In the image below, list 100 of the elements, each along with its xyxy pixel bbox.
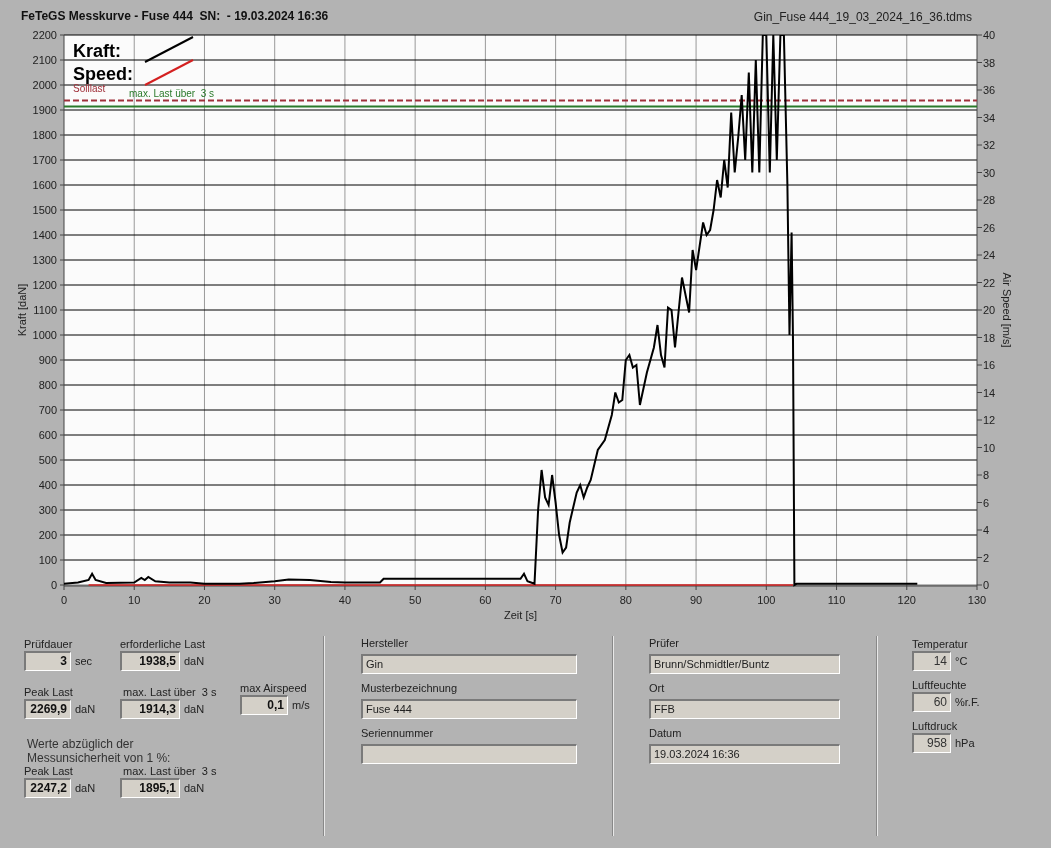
field-label: Peak Last xyxy=(24,686,74,699)
axis-tick-label: 200 xyxy=(38,529,57,541)
field-label: Luftdruck xyxy=(912,720,959,733)
axis-tick-label: 12 xyxy=(983,414,996,426)
unit-label: hPa xyxy=(955,735,975,751)
reference-line-label: Solllast xyxy=(73,83,106,94)
legend-label: Kraft: xyxy=(73,41,121,61)
field-label: Peak Last xyxy=(24,765,74,778)
legend-label: Speed: xyxy=(73,64,133,84)
unit-label: daN xyxy=(184,653,205,669)
reference-line-label: max. Last über 3 s xyxy=(129,88,215,99)
value-field: 2247,2 xyxy=(24,778,71,798)
axis-tick-label: 800 xyxy=(38,379,57,391)
axis-title: Air Speed [m/s] xyxy=(1001,272,1013,348)
axis-tick-label: 1600 xyxy=(32,179,57,191)
axis-tick-label: 20 xyxy=(983,304,996,316)
axis-tick-label: 2000 xyxy=(32,79,57,91)
axis-tick-label: 14 xyxy=(983,386,996,399)
unit-label: daN xyxy=(75,701,96,717)
axis-tick-label: 10 xyxy=(128,594,141,606)
field-label: max. Last über 3 s xyxy=(122,765,217,778)
axis-tick-label: 24 xyxy=(983,249,996,261)
axis-tick-label: 1000 xyxy=(32,329,57,341)
axis-tick-label: 1200 xyxy=(32,279,57,291)
legend-line xyxy=(144,59,194,86)
axis-tick-label: 40 xyxy=(983,29,996,41)
axis-tick-label: 26 xyxy=(983,221,996,234)
unit-label: °C xyxy=(955,653,968,669)
field-label: Prüfer xyxy=(649,637,680,650)
axis-tick-label: 500 xyxy=(38,454,57,466)
axis-tick-label: 900 xyxy=(38,354,57,366)
value-field: 0,1 xyxy=(240,695,288,715)
axis-tick-label: 36 xyxy=(983,84,996,96)
value-field: 14 xyxy=(912,651,951,671)
axis-tick-label: 120 xyxy=(897,594,916,606)
axis-title: Kraft [daN] xyxy=(16,283,28,337)
axis-tick-label: 0 xyxy=(983,579,990,591)
axis-tick-label: 10 xyxy=(983,441,996,454)
axis-tick-label: 0 xyxy=(50,579,57,591)
value-field: 1938,5 xyxy=(120,651,180,671)
field-label: max Airspeed xyxy=(240,682,308,695)
axis-tick-label: 18 xyxy=(983,331,996,344)
file-name: Gin_Fuse 444_19_03_2024_16_36.tdms xyxy=(753,10,972,24)
axis-tick-label: 30 xyxy=(268,594,281,606)
axis-tick-label: 1500 xyxy=(32,204,57,216)
field-label: Seriennummer xyxy=(361,727,435,740)
axis-tick-label: 8 xyxy=(983,469,990,481)
value-field: 1914,3 xyxy=(120,699,180,719)
axis-tick-label: 1800 xyxy=(32,129,57,141)
unit-label: daN xyxy=(184,701,205,717)
value-field: 2269,9 xyxy=(24,699,71,719)
axis-tick-label: 130 xyxy=(967,594,987,606)
axis-tick-label: 110 xyxy=(827,594,846,606)
axis-tick-label: 1700 xyxy=(32,154,57,166)
axis-tick-label: 1900 xyxy=(32,104,57,116)
axis-tick-label: 40 xyxy=(338,594,352,606)
field-label: Ort xyxy=(649,682,666,695)
axis-tick-label: 22 xyxy=(983,276,996,289)
axis-tick-label: 80 xyxy=(619,594,632,606)
axis-tick-label: 32 xyxy=(983,139,996,151)
field-label: max. Last über 3 s xyxy=(122,686,218,699)
axis-tick-label: 28 xyxy=(983,194,996,206)
axis-tick-label: 6 xyxy=(983,496,990,509)
field-label: Musterbezeichnung xyxy=(361,682,458,695)
axis-tick-label: 70 xyxy=(549,594,562,606)
axis-tick-label: 1400 xyxy=(32,229,57,241)
axis-tick-label: 16 xyxy=(983,359,996,371)
axis-tick-label: 1300 xyxy=(32,254,57,266)
unit-label: %r.F. xyxy=(955,694,980,710)
field-label: Prüfdauer xyxy=(24,638,74,651)
axis-tick-label: 2 xyxy=(983,551,990,564)
value-field: 958 xyxy=(912,733,951,753)
axis-tick-label: 90 xyxy=(689,594,703,606)
axis-tick-label: 30 xyxy=(983,166,996,179)
axis-tick-label: 0 xyxy=(60,594,68,606)
axis-tick-label: 300 xyxy=(38,504,57,516)
axis-tick-label: 34 xyxy=(983,111,996,124)
field-label: Luftfeuchte xyxy=(912,679,968,692)
axis-tick-label: 100 xyxy=(38,554,57,566)
axis-tick-label: 700 xyxy=(38,404,57,416)
axis-tick-label: 20 xyxy=(198,594,211,606)
value-field: 60 xyxy=(912,692,951,712)
unit-label: daN xyxy=(184,780,205,796)
field-label: Hersteller xyxy=(361,637,410,650)
unit-label: daN xyxy=(75,780,96,796)
axis-tick-label: 400 xyxy=(38,479,57,491)
axis-tick-label: 2200 xyxy=(32,29,57,41)
axis-tick-label: 2100 xyxy=(32,54,57,66)
value-field: 3 xyxy=(24,651,71,671)
window-title: FeTeGS Messkurve - Fuse 444 SN: - 19.03.2024 16:36 xyxy=(21,9,329,23)
axis-tick-label: 600 xyxy=(38,429,57,441)
note-text: Werte abzüglich der Messunsicherheit von 1 %: xyxy=(27,737,172,765)
axis-tick-label: 60 xyxy=(479,594,492,606)
axis-tick-label: 1100 xyxy=(33,304,57,316)
value-field: 1895,1 xyxy=(120,778,180,798)
axis-title: Zeit [s] xyxy=(504,609,537,621)
axis-tick-label: 100 xyxy=(757,594,776,606)
axis-tick-label: 4 xyxy=(983,524,990,536)
field-label: Datum xyxy=(649,727,683,740)
axis-tick-label: 50 xyxy=(409,594,422,606)
